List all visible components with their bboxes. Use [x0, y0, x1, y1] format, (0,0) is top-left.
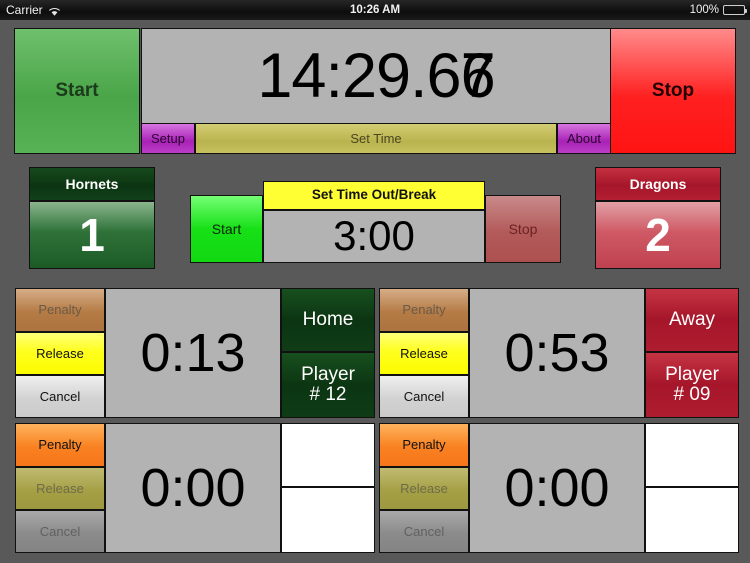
- away-team-name[interactable]: Dragons: [595, 167, 721, 201]
- penalty-team-label-1[interactable]: Home: [281, 288, 375, 352]
- battery-icon: [723, 5, 747, 15]
- cancel-button-4[interactable]: Cancel: [379, 510, 469, 553]
- main-timer-value: 14:29.6: [257, 40, 461, 111]
- player-number: # 09: [673, 384, 711, 405]
- penalty-team-label-4[interactable]: [645, 423, 739, 487]
- setup-button[interactable]: Setup: [141, 123, 195, 154]
- main-stop-button[interactable]: Stop: [610, 28, 736, 154]
- app-root: Carrier 10:26 AM 100% Start 14:29.6 7 6 Se…: [0, 0, 750, 563]
- penalty-timer-display-1: 0:13: [105, 288, 281, 418]
- release-button-2[interactable]: Release: [379, 332, 469, 375]
- release-button-3[interactable]: Release: [15, 467, 105, 510]
- cancel-button-1[interactable]: Cancel: [15, 375, 105, 418]
- penalty-player-label-2[interactable]: Player # 09: [645, 352, 739, 418]
- penalty-player-label-3[interactable]: [281, 487, 375, 553]
- status-bar: Carrier 10:26 AM 100%: [0, 0, 750, 20]
- break-timer-display: 3:00: [263, 210, 485, 263]
- penalty-player-label-1[interactable]: Player # 12: [281, 352, 375, 418]
- battery-percent-label: 100%: [689, 4, 719, 16]
- release-button-4[interactable]: Release: [379, 467, 469, 510]
- main-timer-last-digit: 76: [460, 40, 496, 111]
- penalty-button-1[interactable]: Penalty: [15, 288, 105, 332]
- break-stop-button[interactable]: Stop: [485, 195, 561, 263]
- penalty-timer-display-3: 0:00: [105, 423, 281, 553]
- penalty-team-label-2[interactable]: Away: [645, 288, 739, 352]
- about-button[interactable]: About: [557, 123, 611, 154]
- penalty-team-label-3[interactable]: [281, 423, 375, 487]
- release-button-1[interactable]: Release: [15, 332, 105, 375]
- penalty-button-2[interactable]: Penalty: [379, 288, 469, 332]
- home-team-score[interactable]: 1: [29, 201, 155, 269]
- player-number: # 12: [309, 384, 347, 405]
- penalty-player-label-4[interactable]: [645, 487, 739, 553]
- status-bar-clock: 10:26 AM: [349, 4, 401, 16]
- away-team-score[interactable]: 2: [595, 201, 721, 269]
- penalty-button-3[interactable]: Penalty: [15, 423, 105, 467]
- player-word: Player: [665, 364, 719, 386]
- set-time-button[interactable]: Set Time: [195, 123, 557, 154]
- main-start-button[interactable]: Start: [14, 28, 140, 154]
- main-timer-display: 14:29.6 7 6: [141, 28, 611, 124]
- set-time-out-break-button[interactable]: Set Time Out/Break: [263, 181, 485, 210]
- status-bar-right: 100%: [689, 4, 747, 16]
- penalty-timer-display-2: 0:53: [469, 288, 645, 418]
- penalty-button-4[interactable]: Penalty: [379, 423, 469, 467]
- break-start-button[interactable]: Start: [190, 195, 263, 263]
- cancel-button-3[interactable]: Cancel: [15, 510, 105, 553]
- home-team-name[interactable]: Hornets: [29, 167, 155, 201]
- player-word: Player: [301, 364, 355, 386]
- penalty-timer-display-4: 0:00: [469, 423, 645, 553]
- cancel-button-2[interactable]: Cancel: [379, 375, 469, 418]
